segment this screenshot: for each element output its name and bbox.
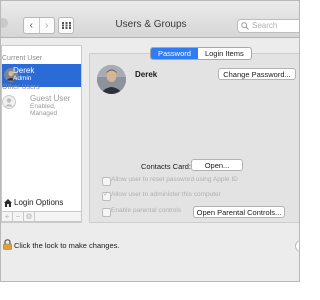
checkbox-label: Allow user to administer this computer — [111, 191, 221, 198]
tab-password[interactable]: Password — [151, 48, 198, 59]
title-bar: ‹ › Users & Groups Search — [1, 1, 299, 38]
guest-user-icon — [2, 95, 16, 109]
search-field[interactable]: Search — [237, 19, 299, 33]
lock-icon[interactable] — [3, 239, 12, 250]
checkbox-label: Enable parental controls — [111, 207, 182, 214]
sidebar-action-bar: + − ⚙ — [1, 211, 82, 222]
open-contacts-button[interactable]: Open... — [191, 159, 243, 171]
tab-bar: Password Login Items — [150, 47, 252, 60]
current-user-header: Current User — [2, 55, 43, 62]
login-options-label: Login Options — [14, 198, 64, 207]
login-options-item[interactable]: Login Options — [1, 197, 82, 210]
lock-message: Click the lock to make changes. — [14, 241, 120, 250]
tab-login-items[interactable]: Login Items — [198, 48, 251, 59]
user-photo[interactable] — [97, 65, 126, 94]
user-role: Admin — [13, 75, 32, 82]
checkbox-box[interactable] — [102, 208, 111, 217]
change-password-button[interactable]: Change Password... — [218, 68, 296, 80]
user-name: Derek — [13, 66, 35, 75]
add-user-button[interactable]: + — [2, 212, 13, 221]
remove-user-button[interactable]: − — [13, 212, 24, 221]
search-icon — [241, 22, 249, 30]
house-icon — [4, 199, 12, 207]
profile-name: Derek — [135, 70, 158, 79]
open-parental-controls-button[interactable]: Open Parental Controls... — [193, 206, 285, 218]
user-role: Enabled, Managed — [30, 103, 58, 117]
search-placeholder: Search — [252, 21, 278, 30]
action-gear-icon[interactable]: ⚙ — [24, 212, 35, 221]
user-name: Guest User — [30, 94, 71, 103]
other-users-header: Other Users — [2, 84, 40, 91]
help-button[interactable] — [295, 240, 299, 252]
contacts-card-label: Contacts Card: — [141, 162, 192, 171]
user-row-guest[interactable]: Guest User Enabled, Managed — [2, 92, 81, 117]
users-groups-window: ‹ › Users & Groups Search Current User D… — [0, 0, 300, 282]
checkbox-box[interactable] — [102, 177, 111, 186]
checkbox-label: Allow user to reset password using Apple… — [111, 176, 238, 183]
checkbox-box[interactable] — [102, 190, 111, 201]
